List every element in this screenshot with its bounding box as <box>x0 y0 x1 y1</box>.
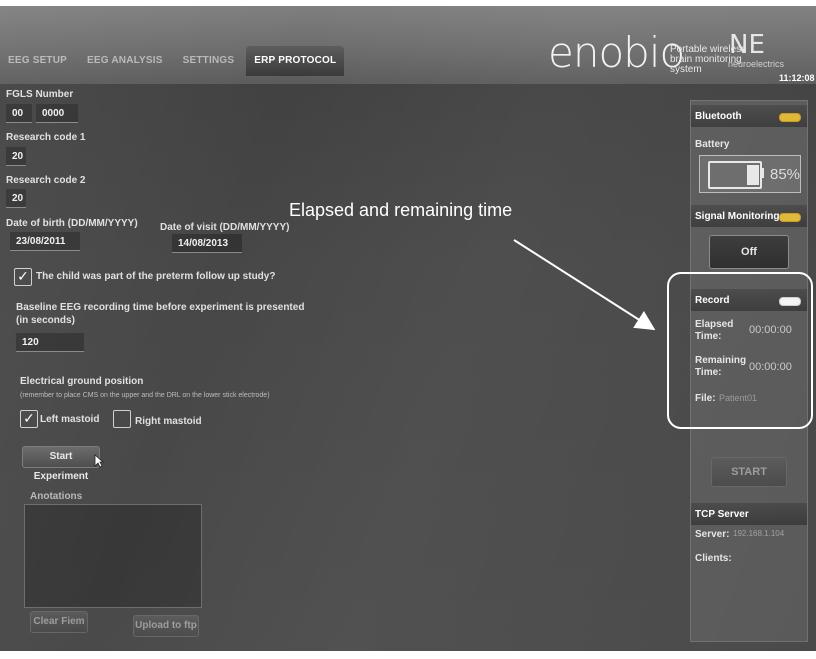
highlight-frame <box>667 272 813 429</box>
